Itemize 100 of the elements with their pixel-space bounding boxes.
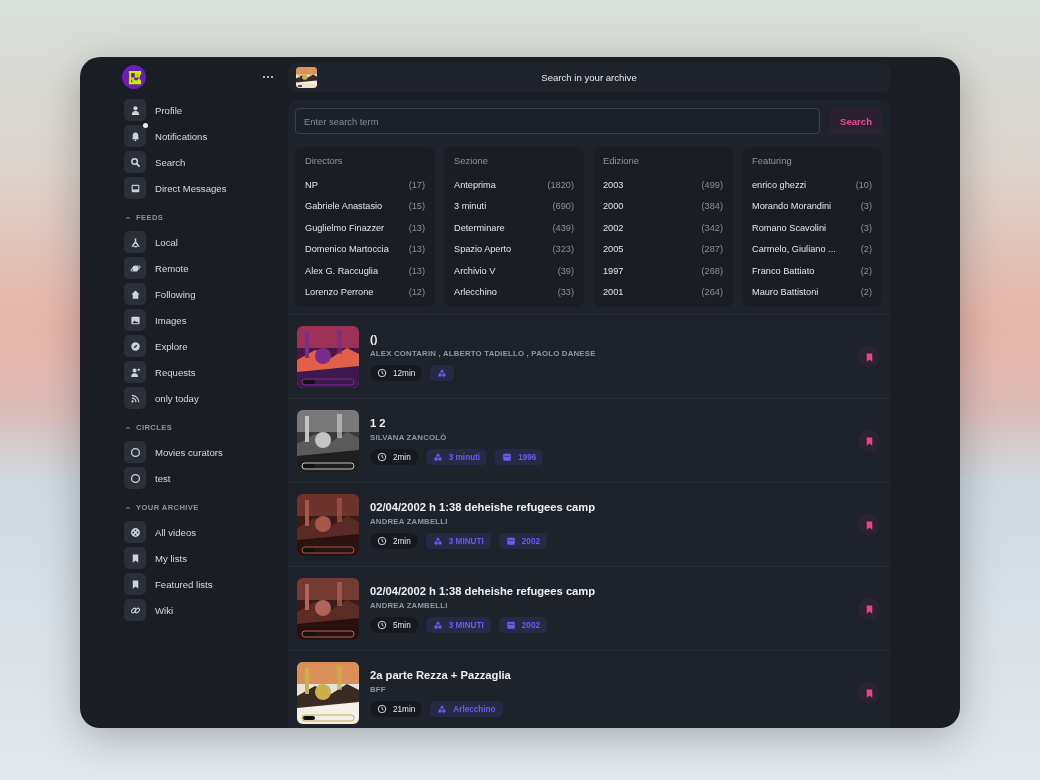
- shapes-icon: [432, 620, 443, 630]
- facet-count: (499): [701, 179, 723, 190]
- sidebar-item[interactable]: Direct Messages: [124, 177, 280, 199]
- facet-count: (10): [855, 179, 872, 190]
- facet-count: (2): [860, 244, 872, 255]
- facet-option[interactable]: Carmelo, Giuliano ...: [752, 244, 836, 255]
- duration-pill: 5min: [370, 617, 418, 633]
- facet-option[interactable]: Anteprima: [454, 179, 496, 190]
- facet-option[interactable]: Guglielmo Finazzer: [305, 222, 385, 233]
- section-tag[interactable]: [430, 365, 455, 381]
- shapes-icon: [432, 536, 443, 546]
- facet-option[interactable]: Morando Morandini: [752, 201, 832, 212]
- sidebar-item[interactable]: Search: [124, 151, 280, 173]
- facet-title: Featuring: [752, 155, 793, 166]
- facet-option[interactable]: NP: [305, 179, 318, 190]
- video-title[interactable]: 02/04/2002 h 1:38 deheishe refugees camp: [370, 585, 847, 597]
- sidebar-item[interactable]: Featured lists: [124, 573, 280, 595]
- facet-option[interactable]: Romano Scavolini: [752, 222, 827, 233]
- video-title[interactable]: 2a parte Rezza + Pazzaglia: [370, 669, 847, 681]
- bookmark-button[interactable]: [858, 430, 880, 452]
- facet-count: (690): [552, 201, 574, 212]
- sidebar-item[interactable]: My lists: [124, 547, 280, 569]
- inbox-icon: [129, 182, 141, 194]
- facet-count: (15): [408, 201, 425, 212]
- facet-option[interactable]: Determinare: [454, 222, 505, 233]
- facet-option[interactable]: 3 minuti: [454, 201, 487, 212]
- facet-option[interactable]: Spazio Aperto: [454, 244, 512, 255]
- sidebar-item[interactable]: Wiki: [124, 599, 280, 621]
- branch-icon: [129, 236, 141, 248]
- facet-count: (12): [408, 287, 425, 298]
- bookmark-button[interactable]: [858, 346, 880, 368]
- sidebar-item[interactable]: Profile: [124, 99, 280, 121]
- facet-option[interactable]: 2005: [603, 244, 624, 255]
- facet-option[interactable]: Franco Battiato: [752, 265, 815, 276]
- sidebar-item[interactable]: test: [124, 467, 280, 489]
- facet-count: (323): [552, 244, 574, 255]
- shapes-icon: [437, 704, 448, 714]
- sidebar-item[interactable]: Remote: [124, 257, 280, 279]
- compass-icon: [129, 340, 141, 352]
- facet-count: (287): [701, 244, 723, 255]
- facet-option[interactable]: Arlecchino: [454, 287, 497, 298]
- add-person-icon: [129, 366, 141, 378]
- calendar-icon: [505, 536, 516, 546]
- sidebar-item[interactable]: Local: [124, 231, 280, 253]
- page-title: Search in your archive: [540, 72, 638, 83]
- facet-count: (3): [860, 222, 872, 233]
- facet-count: (17): [408, 179, 425, 190]
- facet-option[interactable]: Lorenzo Perrone: [305, 287, 374, 298]
- search-icon: [129, 156, 141, 168]
- image-icon: [129, 314, 141, 326]
- facet-count: (268): [701, 265, 723, 276]
- bookmark-button[interactable]: [858, 598, 880, 620]
- facet-option[interactable]: Alex G. Raccuglia: [305, 265, 379, 276]
- search-button[interactable]: Search: [830, 108, 882, 134]
- facet-option[interactable]: enrico ghezzi: [752, 179, 807, 190]
- facet-count: (264): [701, 287, 723, 298]
- clock-icon: [377, 620, 387, 630]
- bookmark-button[interactable]: [858, 514, 880, 536]
- facet-option[interactable]: 2003: [603, 179, 624, 190]
- facet-count: (384): [701, 201, 723, 212]
- sidebar-item[interactable]: Requests: [124, 361, 280, 383]
- clock-icon: [377, 368, 387, 378]
- facet-count: (39): [557, 265, 574, 276]
- facet-count: (13): [408, 222, 425, 233]
- circle-icon: [129, 472, 141, 484]
- bookmark-button[interactable]: [858, 682, 880, 704]
- sidebar-item[interactable]: Images: [124, 309, 280, 331]
- duration-pill: 2min: [370, 533, 418, 549]
- sidebar-item[interactable]: Movies curators: [124, 441, 280, 463]
- duration-pill: 21min: [370, 701, 423, 717]
- video-title[interactable]: (): [370, 333, 847, 345]
- facet-option[interactable]: Mauro Battistoni: [752, 287, 819, 298]
- shapes-icon: [437, 368, 448, 378]
- search-field[interactable]: Enter search term: [295, 108, 820, 134]
- video-title[interactable]: 02/04/2002 h 1:38 deheishe refugees camp: [370, 501, 847, 513]
- facet-title: Directors: [305, 155, 344, 166]
- video-title[interactable]: 1 2: [370, 417, 847, 429]
- facet-count: (13): [408, 265, 425, 276]
- facet-count: (33): [557, 287, 574, 298]
- facet-option[interactable]: 2002: [603, 222, 624, 233]
- sidebar-item[interactable]: Notifications: [124, 125, 280, 147]
- facet-title: Sezione: [454, 155, 489, 166]
- bell-icon: [129, 130, 141, 142]
- logo[interactable]: [122, 65, 146, 89]
- facet-option[interactable]: Archivio V: [454, 265, 496, 276]
- rss-icon: [129, 392, 141, 404]
- facet-option[interactable]: 1997: [603, 265, 624, 276]
- facet-count: (2): [860, 265, 872, 276]
- clock-icon: [377, 452, 387, 462]
- duration-pill: 2min: [370, 449, 418, 465]
- sidebar-item[interactable]: Following: [124, 283, 280, 305]
- facet-option[interactable]: Domenico Martoccia: [305, 244, 389, 255]
- sidebar-item[interactable]: Explore: [124, 335, 280, 357]
- calendar-icon: [502, 452, 513, 462]
- facet-option[interactable]: 2001: [603, 287, 624, 298]
- facet-count: (2): [860, 287, 872, 298]
- facet-option[interactable]: 2000: [603, 201, 624, 212]
- sidebar-item[interactable]: only today: [124, 387, 280, 409]
- sidebar-item[interactable]: All videos: [124, 521, 280, 543]
- facet-option[interactable]: Gabriele Anastasio: [305, 201, 383, 212]
